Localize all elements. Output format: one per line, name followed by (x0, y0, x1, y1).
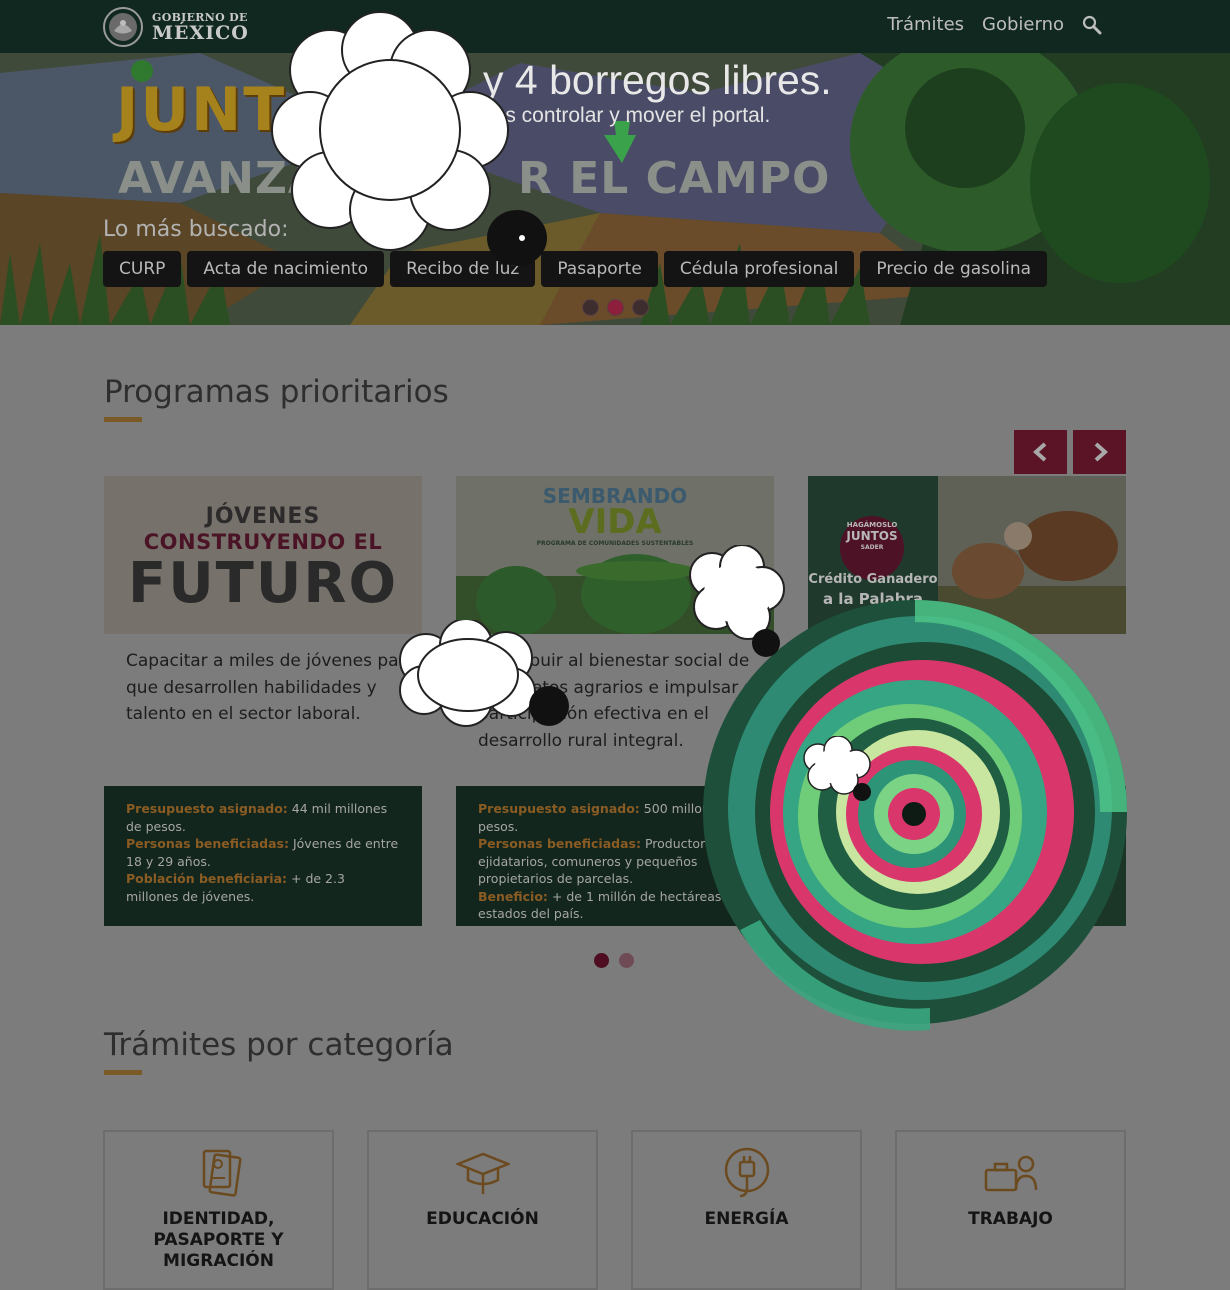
program-info-box: Presupuesto asignado: 44 mil millones de… (104, 786, 422, 926)
categories-title: Trámites por categoría (104, 1027, 454, 1063)
hero-banner: JUNT AVANZA R EL CAMPO y 4 borregos libr… (0, 53, 1230, 325)
chip-cedula[interactable]: Cédula profesional (663, 251, 855, 287)
chevron-right-icon (1094, 442, 1108, 462)
sheep-small[interactable] (686, 545, 790, 661)
programs-title-underline (104, 417, 142, 422)
search-icon[interactable] (1082, 15, 1102, 35)
most-searched-label: Lo más buscado: (103, 217, 289, 242)
info-key: Personas beneficiadas: (478, 836, 641, 851)
category-label: TRABAJO (968, 1209, 1053, 1229)
category-label: EDUCACIÓN (426, 1209, 539, 1229)
info-key: Personas beneficiadas: (126, 836, 289, 851)
hero-dot-2[interactable] (607, 299, 624, 316)
categories-title-underline (104, 1070, 142, 1075)
sheep-large[interactable] (270, 10, 560, 280)
quick-links: CURP Acta de nacimiento Recibo de luz Pa… (103, 251, 1048, 287)
portal-swirl[interactable] (700, 600, 1140, 1040)
carousel-prev-button[interactable] (1014, 430, 1067, 474)
category-trabajo[interactable]: TRABAJO (895, 1130, 1126, 1290)
category-educacion[interactable]: EDUCACIÓN (367, 1130, 598, 1290)
hero-dot-3[interactable] (632, 299, 649, 316)
logo-line2: MÉXICO (152, 21, 249, 44)
hero-title-campo: R EL CAMPO (518, 153, 831, 204)
category-label: IDENTIDAD, PASAPORTE Y MIGRACIÓN (153, 1209, 284, 1271)
info-key: Población beneficiaria: (126, 871, 288, 886)
top-navbar: GOBIERNO DE MÉXICO Trámites Gobierno (0, 0, 1230, 53)
program-card-image: JÓVENES CONSTRUYENDO EL FUTURO (104, 476, 422, 634)
image-text-line3: FUTURO (127, 551, 399, 616)
nav-link-tramites[interactable]: Trámites (887, 14, 964, 35)
programs-dot-1[interactable] (594, 953, 609, 968)
programs-carousel-dots (594, 953, 634, 968)
badge-line2: JUNTOS (846, 529, 898, 543)
image-text-credito: Crédito Ganadero (808, 572, 938, 587)
hero-title-junt: JUNT (116, 75, 287, 145)
category-label: ENERGÍA (704, 1209, 789, 1229)
sheep-tiny[interactable] (800, 736, 876, 802)
carousel-next-button[interactable] (1073, 430, 1126, 474)
info-key: Presupuesto asignado: (478, 801, 640, 816)
hero-dot-1[interactable] (582, 299, 599, 316)
briefcase-worker-icon (984, 1155, 1037, 1192)
programs-title: Programas prioritarios (104, 374, 449, 410)
badge-line1: HAGÁMOSLO (846, 521, 898, 529)
image-text-line1: JÓVENES (205, 504, 321, 529)
chip-curp[interactable]: CURP (103, 251, 182, 287)
info-key: Presupuesto asignado: (126, 801, 288, 816)
logo-line1: GOBIERNO DE (152, 10, 248, 24)
badge-line3: SADER (860, 544, 884, 551)
hero-carousel-dots (582, 299, 649, 316)
mexico-seal-icon (103, 7, 143, 47)
gobierno-logo[interactable]: GOBIERNO DE MÉXICO (102, 6, 249, 48)
sheep-medium[interactable] (396, 620, 576, 732)
programs-dot-2[interactable] (619, 953, 634, 968)
energy-plug-icon (724, 1147, 769, 1198)
info-key: Beneficio: (478, 888, 548, 904)
program-card-jovenes[interactable]: JÓVENES CONSTRUYENDO EL FUTURO Capacitar… (104, 476, 422, 926)
graduation-cap-icon (455, 1152, 510, 1194)
chevron-left-icon (1032, 442, 1046, 462)
id-document-icon (202, 1149, 242, 1197)
nav-link-gobierno[interactable]: Gobierno (982, 14, 1064, 35)
program-description: Capacitar a miles de jóvenes para que de… (126, 651, 416, 724)
category-energia[interactable]: ENERGÍA (631, 1130, 862, 1290)
image-text-line2: VIDA (568, 502, 662, 542)
chip-gasolina[interactable]: Precio de gasolina (860, 251, 1048, 287)
category-identidad[interactable]: IDENTIDAD, PASAPORTE Y MIGRACIÓN (103, 1130, 334, 1290)
